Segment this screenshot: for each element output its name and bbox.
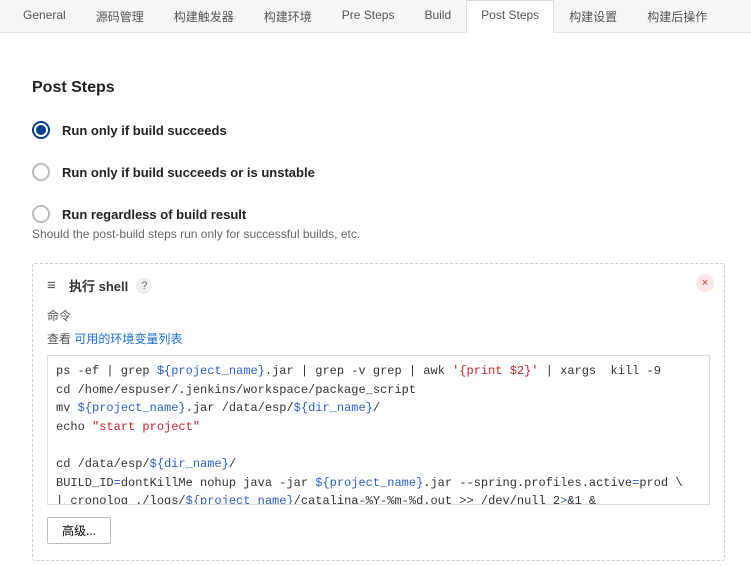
drag-handle-icon[interactable]: ≡ (47, 278, 61, 293)
tab-post-steps[interactable]: Post Steps (466, 0, 554, 33)
tab-build[interactable]: Build (409, 0, 466, 32)
tab-post-build-actions[interactable]: 构建后操作 (632, 0, 722, 32)
step-title: 执行 shell (69, 276, 128, 295)
radio-label: Run only if build succeeds or is unstabl… (62, 165, 315, 180)
tab-pre-steps[interactable]: Pre Steps (327, 0, 410, 32)
radio-icon (32, 163, 50, 181)
help-icon[interactable]: ? (136, 278, 152, 294)
radio-run-if-succeeds[interactable]: Run only if build succeeds (32, 119, 725, 141)
tab-scm[interactable]: 源码管理 (81, 0, 159, 32)
tab-general[interactable]: General (8, 0, 81, 32)
post-steps-description: Should the post-build steps run only for… (32, 227, 725, 241)
section-title-post-steps: Post Steps (32, 79, 725, 97)
radio-icon (32, 121, 50, 139)
advanced-button[interactable]: 高级... (47, 517, 111, 544)
env-link-prefix: 查看 (47, 332, 74, 346)
command-label: 命令 (47, 307, 710, 324)
config-tabs: General 源码管理 构建触发器 构建环境 Pre Steps Build … (0, 0, 751, 33)
radio-run-if-succeeds-or-unstable[interactable]: Run only if build succeeds or is unstabl… (32, 161, 725, 183)
shell-command-textarea[interactable]: ps -ef | grep ${project_name}.jar | grep… (47, 355, 710, 505)
radio-run-regardless[interactable]: Run regardless of build result (32, 203, 725, 225)
shell-build-step: × ≡ 执行 shell ? 命令 查看 可用的环境变量列表 ps -ef | … (32, 263, 725, 561)
radio-label: Run regardless of build result (62, 207, 246, 222)
tab-triggers[interactable]: 构建触发器 (159, 0, 249, 32)
remove-step-button[interactable]: × (696, 274, 714, 292)
tab-build-settings[interactable]: 构建设置 (554, 0, 632, 32)
radio-label: Run only if build succeeds (62, 123, 227, 138)
env-vars-link[interactable]: 可用的环境变量列表 (74, 332, 182, 346)
tab-build-env[interactable]: 构建环境 (249, 0, 327, 32)
radio-icon (32, 205, 50, 223)
